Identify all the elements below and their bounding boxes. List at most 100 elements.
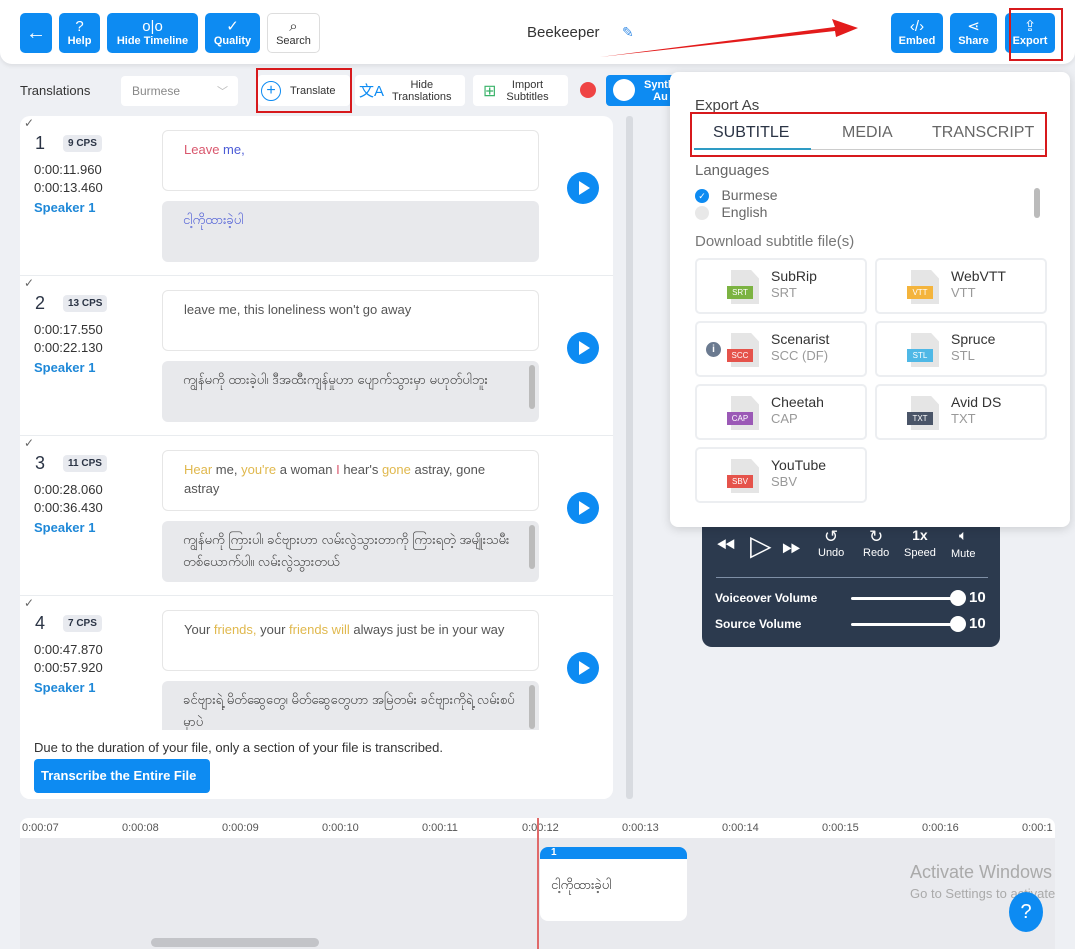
hide-timeline-button[interactable]: o|o Hide Timeline	[107, 13, 198, 53]
timeline[interactable]: 0:00:07 0:00:08 0:00:09 0:00:10 0:00:11 0:00:…	[20, 818, 1055, 949]
help-button[interactable]: ? Help	[59, 13, 100, 53]
source-text-field[interactable]: Your friends, your friends will always j…	[162, 610, 539, 671]
timeline-scrollbar[interactable]	[151, 938, 319, 947]
voiceover-volume-label: Voiceover Volume	[715, 591, 818, 605]
translate-icon: 文A	[359, 83, 385, 100]
format-option-stl[interactable]: STL Spruce STL	[875, 321, 1047, 377]
slider-knob[interactable]	[950, 616, 966, 632]
end-time[interactable]: 0:00:13.460	[34, 180, 103, 195]
timeline-tick: 0:00:14	[722, 822, 759, 834]
format-option-sbv[interactable]: SBV YouTube SBV	[695, 447, 867, 503]
timeline-tick: 0:00:08	[122, 822, 159, 834]
tab-transcript[interactable]: TRANSCRIPT	[932, 124, 1034, 142]
quality-button[interactable]: ✓ Quality	[205, 13, 260, 53]
check-icon: ✓	[24, 436, 35, 450]
segment-row: ✓ 2 13 CPS 0:00:17.550 0:00:22.130 Speak…	[20, 276, 613, 436]
hide-translations-button[interactable]: 文A Hide Translations	[355, 75, 465, 106]
mute-button[interactable]: 🔈︎ Mute	[951, 527, 975, 560]
undo-button[interactable]: ↺ Undo	[818, 527, 844, 559]
project-title: Beekeeper	[527, 24, 600, 41]
embed-button[interactable]: ‹/› Embed	[891, 13, 943, 53]
file-badge: SBV	[727, 475, 753, 488]
format-name: Avid DS	[951, 394, 1002, 410]
source-volume-value: 10	[969, 615, 986, 632]
source-text-field[interactable]: Hear me, you're a woman I hear's gone as…	[162, 450, 539, 511]
transcribe-entire-file-button[interactable]: Transcribe the Entire File	[34, 759, 210, 793]
language-select[interactable]: Burmese ﹀	[121, 76, 238, 106]
voiceover-volume-slider[interactable]	[851, 590, 966, 606]
speaker-label[interactable]: Speaker 1	[34, 360, 95, 375]
play-icon[interactable]: ▷	[750, 529, 772, 562]
rewind-icon[interactable]: ⏪︎	[716, 533, 735, 561]
source-volume-slider[interactable]	[851, 616, 966, 632]
play-segment-button[interactable]	[567, 492, 599, 524]
info-icon[interactable]: i	[706, 342, 721, 357]
end-time[interactable]: 0:00:57.920	[34, 660, 103, 675]
speed-button[interactable]: 1x Speed	[904, 527, 936, 559]
format-option-srt[interactable]: SRT SubRip SRT	[695, 258, 867, 314]
fast-forward-icon[interactable]: ⏩︎	[782, 533, 801, 561]
share-button[interactable]: ⋖ Share	[950, 13, 997, 53]
search-button[interactable]: ⌕ Search	[267, 13, 320, 53]
end-time[interactable]: 0:00:36.430	[34, 500, 103, 515]
play-segment-button[interactable]	[567, 332, 599, 364]
back-button[interactable]: ←	[20, 13, 52, 53]
field-scrollbar[interactable]	[529, 685, 535, 729]
start-time[interactable]: 0:00:28.060	[34, 482, 103, 497]
play-segment-button[interactable]	[567, 652, 599, 684]
embed-label: Embed	[898, 35, 936, 47]
tab-subtitle[interactable]: SUBTITLE	[713, 124, 789, 142]
translation-text-field[interactable]: ကျွန်မကို ထားခဲ့ပါ၊ ဒီအထီးကျန်မှုဟာ ပျော…	[162, 361, 539, 422]
field-scrollbar[interactable]	[529, 525, 535, 569]
play-segment-button[interactable]	[567, 172, 599, 204]
question-icon: ?	[75, 18, 84, 35]
language-option-english[interactable]: English	[695, 204, 767, 222]
help-chat-button[interactable]: ?	[1009, 892, 1043, 932]
format-extension: CAP	[771, 411, 798, 426]
file-badge: TXT	[907, 412, 933, 425]
speaker-label[interactable]: Speaker 1	[34, 200, 95, 215]
languages-scrollbar[interactable]	[1034, 188, 1040, 218]
export-button[interactable]: ⇪ Export	[1005, 13, 1055, 53]
import-subtitles-button[interactable]: ⊞ Import Subtitles	[473, 75, 568, 106]
playhead[interactable]	[537, 818, 539, 949]
format-extension: STL	[951, 348, 975, 363]
timeline-cue[interactable]: 1 ငါ့ကိုထားခဲ့ပါ	[540, 847, 687, 921]
format-extension: TXT	[951, 411, 976, 426]
field-scrollbar[interactable]	[529, 365, 535, 409]
slider-knob[interactable]	[950, 590, 966, 606]
source-text-field[interactable]: leave me, this loneliness won't go away	[162, 290, 539, 351]
voice-icon	[613, 79, 635, 101]
cps-badge: 13 CPS	[63, 295, 108, 312]
translate-button[interactable]: + Translate	[258, 75, 350, 106]
redo-button[interactable]: ↻ Redo	[863, 527, 889, 559]
file-badge: VTT	[907, 286, 933, 299]
tab-media[interactable]: MEDIA	[842, 124, 893, 142]
file-badge: CAP	[727, 412, 753, 425]
language-option-burmese[interactable]: ✓ Burmese	[695, 187, 777, 205]
translation-text-field[interactable]: ကျွန်မကို ကြားပါ၊ ခင်ဗျားဟာ လမ်းလွဲသွားတ…	[162, 521, 539, 582]
upload-icon: ⇪	[1023, 18, 1037, 35]
timeline-tick: 0:00:13	[622, 822, 659, 834]
start-time[interactable]: 0:00:11.960	[34, 162, 102, 177]
speaker-label[interactable]: Speaker 1	[34, 680, 95, 695]
format-option-vtt[interactable]: VTT WebVTT VTT	[875, 258, 1047, 314]
synthesize-audio-button[interactable]: Synth Au	[606, 75, 676, 106]
start-time[interactable]: 0:00:47.870	[34, 642, 103, 657]
translation-toolbar: Translations Burmese ﹀ + Translate 文A Hide T…	[0, 72, 680, 108]
start-time[interactable]: 0:00:17.550	[34, 322, 103, 337]
check-icon: ✓	[24, 276, 35, 290]
end-time[interactable]: 0:00:22.130	[34, 340, 103, 355]
source-text-field[interactable]: Leave me,	[162, 130, 539, 191]
format-extension: SRT	[771, 285, 797, 300]
format-option-scc[interactable]: i SCC Scenarist SCC (DF)	[695, 321, 867, 377]
translation-text-field[interactable]: ငါ့ကိုထားခဲ့ပါ	[162, 201, 539, 262]
record-button[interactable]	[580, 82, 596, 98]
speaker-label[interactable]: Speaker 1	[34, 520, 95, 535]
checkbox-checked[interactable]: ✓	[695, 188, 709, 203]
languages-label: Languages	[695, 162, 770, 179]
format-option-cap[interactable]: CAP Cheetah CAP	[695, 384, 867, 440]
panel-scrollbar[interactable]	[626, 116, 633, 799]
checkbox-unchecked[interactable]	[695, 205, 709, 220]
format-option-txt[interactable]: TXT Avid DS TXT	[875, 384, 1047, 440]
